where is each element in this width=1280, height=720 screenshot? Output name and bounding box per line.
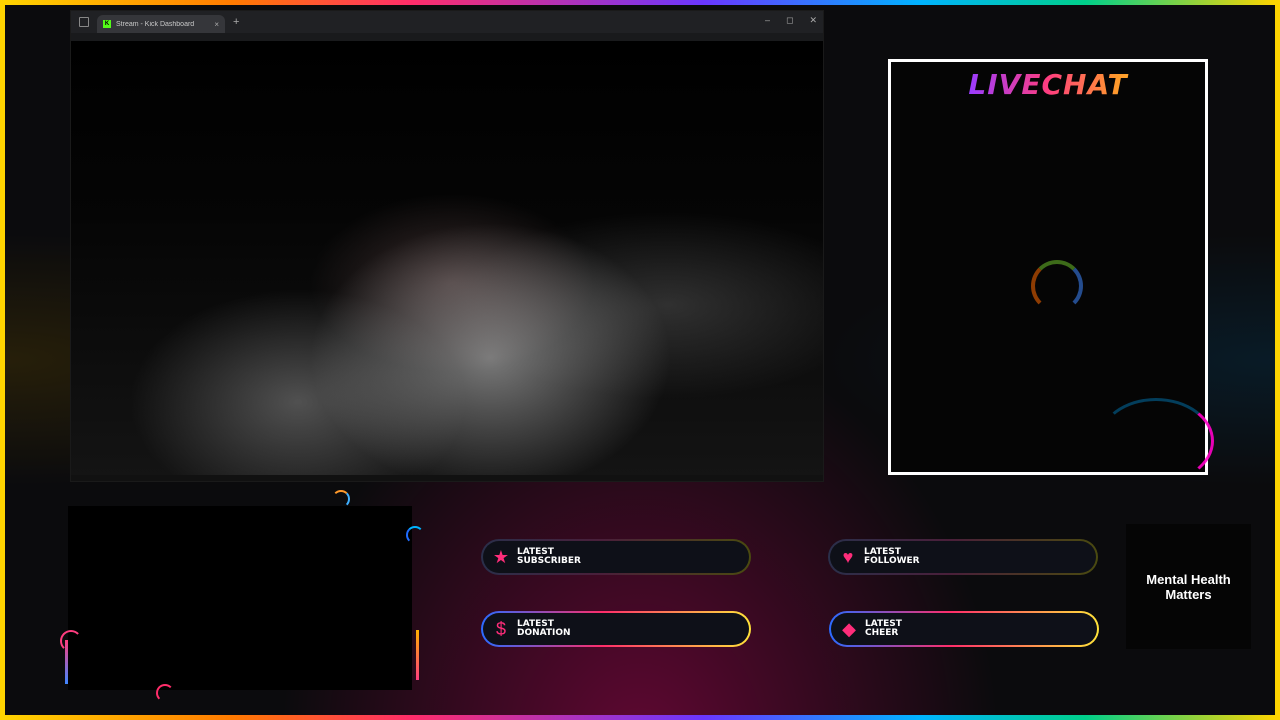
minimize-icon[interactable]: – — [765, 15, 770, 26]
webcam-box — [68, 506, 412, 690]
mental-health-line1: Mental Health — [1146, 571, 1231, 587]
window-controls: – ◻ ✕ — [765, 15, 817, 26]
cheer-label: CHEER — [865, 628, 899, 638]
livechat-title: LIVECHAT — [891, 68, 1205, 101]
latest-cheer-widget: ◆ LATEST CHEER — [829, 611, 1099, 647]
diamond-icon: ◆ — [842, 619, 856, 639]
kick-favicon-icon: K — [103, 20, 111, 28]
close-window-icon[interactable]: ✕ — [809, 15, 817, 26]
latest-follower-widget: ♥ LATEST FOLLOWER — [828, 539, 1098, 575]
browser-tab-bar: K Stream - Kick Dashboard × + – ◻ ✕ — [71, 11, 823, 33]
latest-donation-widget: $ LATEST DONATION — [481, 611, 751, 647]
restore-icon[interactable]: ◻ — [786, 15, 793, 26]
cam-accent-ring — [60, 630, 82, 652]
cam-accent-line — [65, 640, 68, 684]
mental-health-line2: Matters — [1165, 586, 1212, 602]
cam-accent-ring — [332, 490, 350, 508]
cam-accent-line — [416, 630, 419, 680]
latest-subscriber-widget: ★ LATEST SUBSCRIBER — [481, 539, 751, 575]
stream-video — [71, 41, 823, 481]
heart-icon: ♥ — [842, 547, 854, 567]
captured-browser-window: K Stream - Kick Dashboard × + – ◻ ✕ — [70, 10, 824, 482]
close-tab-icon[interactable]: × — [214, 20, 219, 29]
browser-tab[interactable]: K Stream - Kick Dashboard × — [97, 15, 225, 33]
tab-title: Stream - Kick Dashboard — [116, 20, 195, 28]
follower-label: FOLLOWER — [864, 556, 920, 566]
donation-label: DONATION — [517, 628, 571, 638]
cam-accent-ring — [156, 684, 174, 702]
cam-accent-ring — [406, 526, 424, 544]
subscriber-label: SUBSCRIBER — [517, 556, 581, 566]
window-icon — [79, 17, 89, 27]
star-icon: ★ — [492, 547, 510, 567]
livechat-panel: LIVECHAT — [888, 59, 1208, 475]
dollar-icon: $ — [495, 619, 506, 639]
new-tab-button[interactable]: + — [233, 16, 239, 28]
mental-health-card: Mental Health Matters — [1126, 524, 1251, 649]
loading-spinner-icon — [1031, 260, 1083, 312]
taskbar — [71, 475, 823, 481]
